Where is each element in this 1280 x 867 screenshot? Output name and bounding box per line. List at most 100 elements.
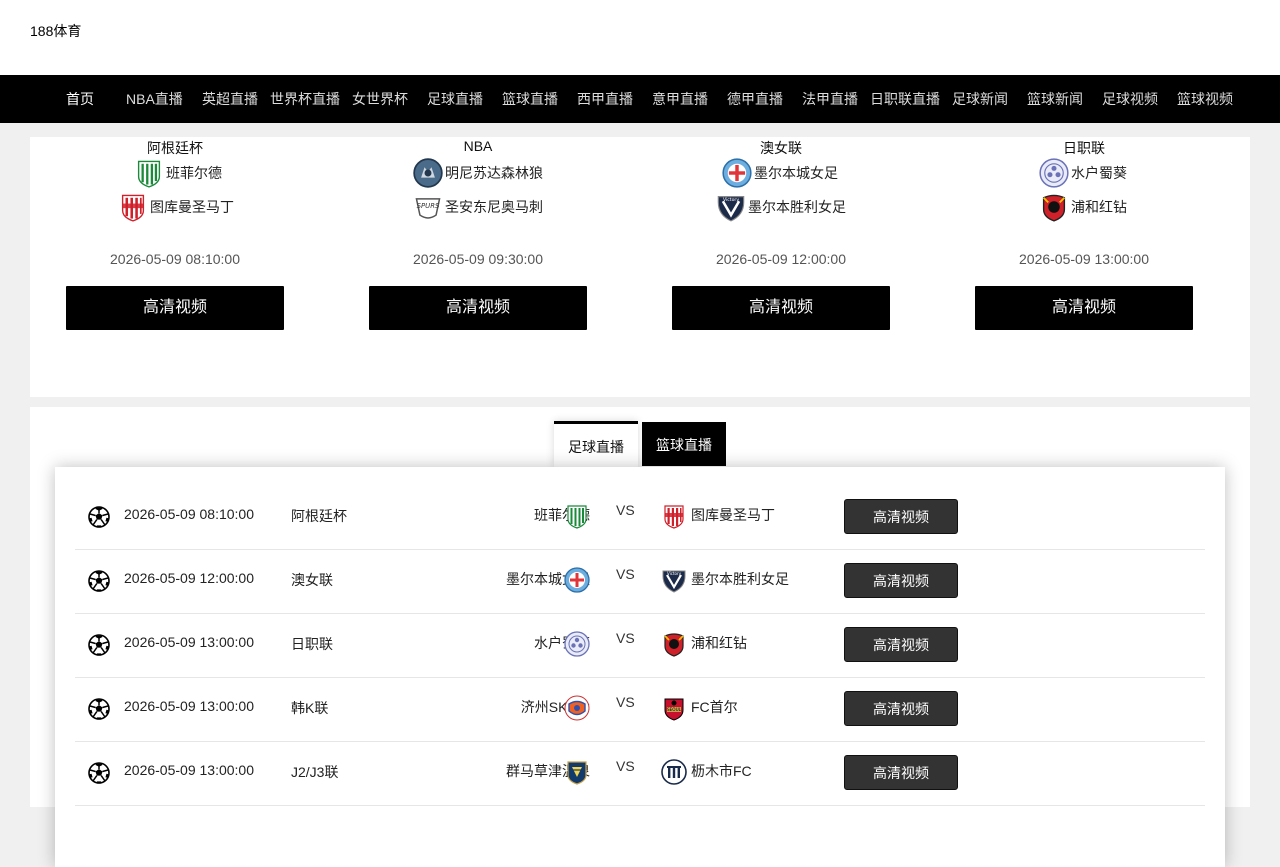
nav-item-seriea-live[interactable]: 意甲直播 — [652, 75, 708, 123]
tab-football-live[interactable]: 足球直播 — [554, 421, 638, 468]
match-league[interactable]: 澳女联 — [291, 570, 333, 590]
card-home-team[interactable]: 班菲尔德 — [134, 157, 222, 189]
nav-item-basketball-video[interactable]: 篮球视频 — [1177, 75, 1233, 123]
featured-card: 澳女联 墨尔本城女足 墨尔本胜利女足 2026-05-09 12:00:00 高… — [636, 137, 939, 397]
main-nav: 首页 NBA直播 英超直播 世界杯直播 女世界杯 足球直播 篮球直播 西甲直播 … — [0, 75, 1280, 123]
nav-item-bundesliga-live[interactable]: 德甲直播 — [727, 75, 783, 123]
gunma-logo-icon — [564, 759, 590, 785]
melbourne-city-logo-icon — [564, 567, 590, 593]
soccer-ball-icon — [88, 698, 110, 720]
hd-video-button[interactable]: 高清视频 — [844, 499, 958, 534]
match-row: 2026-05-09 12:00:00 澳女联 墨尔本城女足 VS 墨尔本胜利女… — [75, 549, 1205, 614]
card-away-team[interactable]: 圣安东尼奥马刺 — [413, 191, 543, 223]
spurs-logo-icon — [413, 192, 443, 222]
match-time: 2026-05-09 13:00:00 — [124, 762, 254, 778]
hd-video-button[interactable]: 高清视频 — [975, 286, 1193, 330]
hd-video-button[interactable]: 高清视频 — [672, 286, 890, 330]
match-time: 2026-05-09 13:00:00 — [124, 634, 254, 650]
nav-item-football-news[interactable]: 足球新闻 — [952, 75, 1008, 123]
nav-item-worldcup-live[interactable]: 世界杯直播 — [270, 75, 340, 123]
sanmartin-logo-icon — [118, 192, 148, 222]
away-team-name[interactable]: 浦和红钻 — [691, 633, 747, 653]
vs-label: VS — [616, 630, 635, 646]
hd-video-button[interactable]: 高清视频 — [369, 286, 587, 330]
hd-video-button[interactable]: 高清视频 — [844, 755, 958, 790]
nav-item-womens-worldcup[interactable]: 女世界杯 — [352, 75, 408, 123]
urawa-reds-logo-icon — [1039, 192, 1069, 222]
site-logo[interactable]: 188体育 — [30, 21, 81, 41]
mito-hollyhock-logo-icon — [564, 631, 590, 657]
nav-item-football-live[interactable]: 足球直播 — [427, 75, 483, 123]
match-time: 2026-05-09 08:10:00 — [124, 506, 254, 522]
nav-item-basketball-live[interactable]: 篮球直播 — [502, 75, 558, 123]
card-home-team[interactable]: 明尼苏达森林狼 — [413, 157, 543, 189]
away-team-name[interactable]: FC首尔 — [691, 697, 738, 717]
nav-item-epl-live[interactable]: 英超直播 — [202, 75, 258, 123]
card-away-name: 图库曼圣马丁 — [150, 199, 234, 215]
card-time: 2026-05-09 09:30:00 — [413, 251, 543, 267]
tab-basketball-live[interactable]: 篮球直播 — [642, 422, 726, 466]
card-away-name: 墨尔本胜利女足 — [748, 199, 846, 215]
away-team-name[interactable]: 图库曼圣马丁 — [691, 505, 775, 525]
jeju-logo-icon — [564, 695, 590, 721]
away-team-name[interactable]: 枥木市FC — [691, 761, 752, 781]
nav-item-nba-live[interactable]: NBA直播 — [126, 75, 183, 123]
live-schedule-panel: 足球直播 篮球直播 2026-05-09 08:10:00 阿根廷杯 班菲尔德 … — [30, 407, 1250, 867]
vs-label: VS — [616, 758, 635, 774]
urawa-reds-logo-icon — [661, 631, 687, 657]
featured-card: 阿根廷杯 班菲尔德 图库曼圣马丁 2026-05-09 08:10:00 高清视… — [30, 137, 333, 397]
match-list: 2026-05-09 08:10:00 阿根廷杯 班菲尔德 VS 图库曼圣马丁 … — [55, 467, 1225, 867]
banfield-logo-icon — [564, 503, 590, 529]
card-home-team[interactable]: 墨尔本城女足 — [722, 157, 838, 189]
card-time: 2026-05-09 13:00:00 — [1019, 251, 1149, 267]
fc-seoul-logo-icon — [661, 695, 687, 721]
nav-item-laliga-live[interactable]: 西甲直播 — [577, 75, 633, 123]
card-home-name: 班菲尔德 — [166, 165, 222, 181]
melbourne-victory-logo-icon — [661, 567, 687, 593]
nav-item-jleague-live[interactable]: 日职联直播 — [870, 75, 940, 123]
card-away-team[interactable]: 墨尔本胜利女足 — [716, 191, 846, 223]
nav-item-ligue1-live[interactable]: 法甲直播 — [802, 75, 858, 123]
card-home-name: 墨尔本城女足 — [754, 165, 838, 181]
away-team-name[interactable]: 墨尔本胜利女足 — [691, 569, 789, 589]
nav-item-basketball-news[interactable]: 篮球新闻 — [1027, 75, 1083, 123]
timberwolves-logo-icon — [413, 158, 443, 188]
hd-video-button[interactable]: 高清视频 — [844, 563, 958, 598]
card-home-name: 明尼苏达森林狼 — [445, 165, 543, 181]
featured-matches: 阿根廷杯 班菲尔德 图库曼圣马丁 2026-05-09 08:10:00 高清视… — [30, 137, 1250, 397]
match-league[interactable]: J2/J3联 — [291, 762, 338, 782]
site-header: 188体育 — [0, 0, 1280, 75]
match-time: 2026-05-09 12:00:00 — [124, 570, 254, 586]
match-time: 2026-05-09 13:00:00 — [124, 698, 254, 714]
melbourne-victory-logo-icon — [716, 192, 746, 222]
soccer-ball-icon — [88, 762, 110, 784]
card-away-name: 圣安东尼奥马刺 — [445, 199, 543, 215]
match-league[interactable]: 日职联 — [291, 634, 333, 654]
featured-card: NBA 明尼苏达森林狼 圣安东尼奥马刺 2026-05-09 09:30:00 … — [333, 137, 636, 397]
hd-video-button[interactable]: 高清视频 — [844, 627, 958, 662]
nav-item-football-video[interactable]: 足球视频 — [1102, 75, 1158, 123]
nav-item-home[interactable]: 首页 — [66, 75, 94, 123]
card-league: NBA — [463, 138, 493, 154]
match-row: 2026-05-09 13:00:00 日职联 水户蜀葵 VS 浦和红钻 高清视… — [75, 613, 1205, 678]
vs-label: VS — [616, 502, 635, 518]
soccer-ball-icon — [88, 506, 110, 528]
match-row: 2026-05-09 13:00:00 韩K联 济州SK FC VS FC首尔 … — [75, 677, 1205, 742]
card-away-team[interactable]: 浦和红钻 — [1039, 191, 1127, 223]
match-row: 2026-05-09 08:10:00 阿根廷杯 班菲尔德 VS 图库曼圣马丁 … — [75, 485, 1205, 550]
soccer-ball-icon — [88, 634, 110, 656]
tochigi-city-logo-icon — [661, 759, 687, 785]
card-away-team[interactable]: 图库曼圣马丁 — [118, 191, 234, 223]
hd-video-button[interactable]: 高清视频 — [66, 286, 284, 330]
match-row: 2026-05-09 13:00:00 J2/J3联 群马草津温泉 VS 枥木市… — [75, 741, 1205, 806]
match-league[interactable]: 韩K联 — [291, 698, 328, 718]
vs-label: VS — [616, 566, 635, 582]
card-league: 阿根廷杯 — [147, 140, 203, 156]
sanmartin-logo-icon — [661, 503, 687, 529]
melbourne-city-logo-icon — [722, 158, 752, 188]
match-league[interactable]: 阿根廷杯 — [291, 506, 347, 526]
hd-video-button[interactable]: 高清视频 — [844, 691, 958, 726]
featured-card: 日职联 水户蜀葵 浦和红钻 2026-05-09 13:00:00 高清视频 — [939, 137, 1242, 397]
card-home-team[interactable]: 水户蜀葵 — [1039, 157, 1127, 189]
card-time: 2026-05-09 12:00:00 — [716, 251, 846, 267]
